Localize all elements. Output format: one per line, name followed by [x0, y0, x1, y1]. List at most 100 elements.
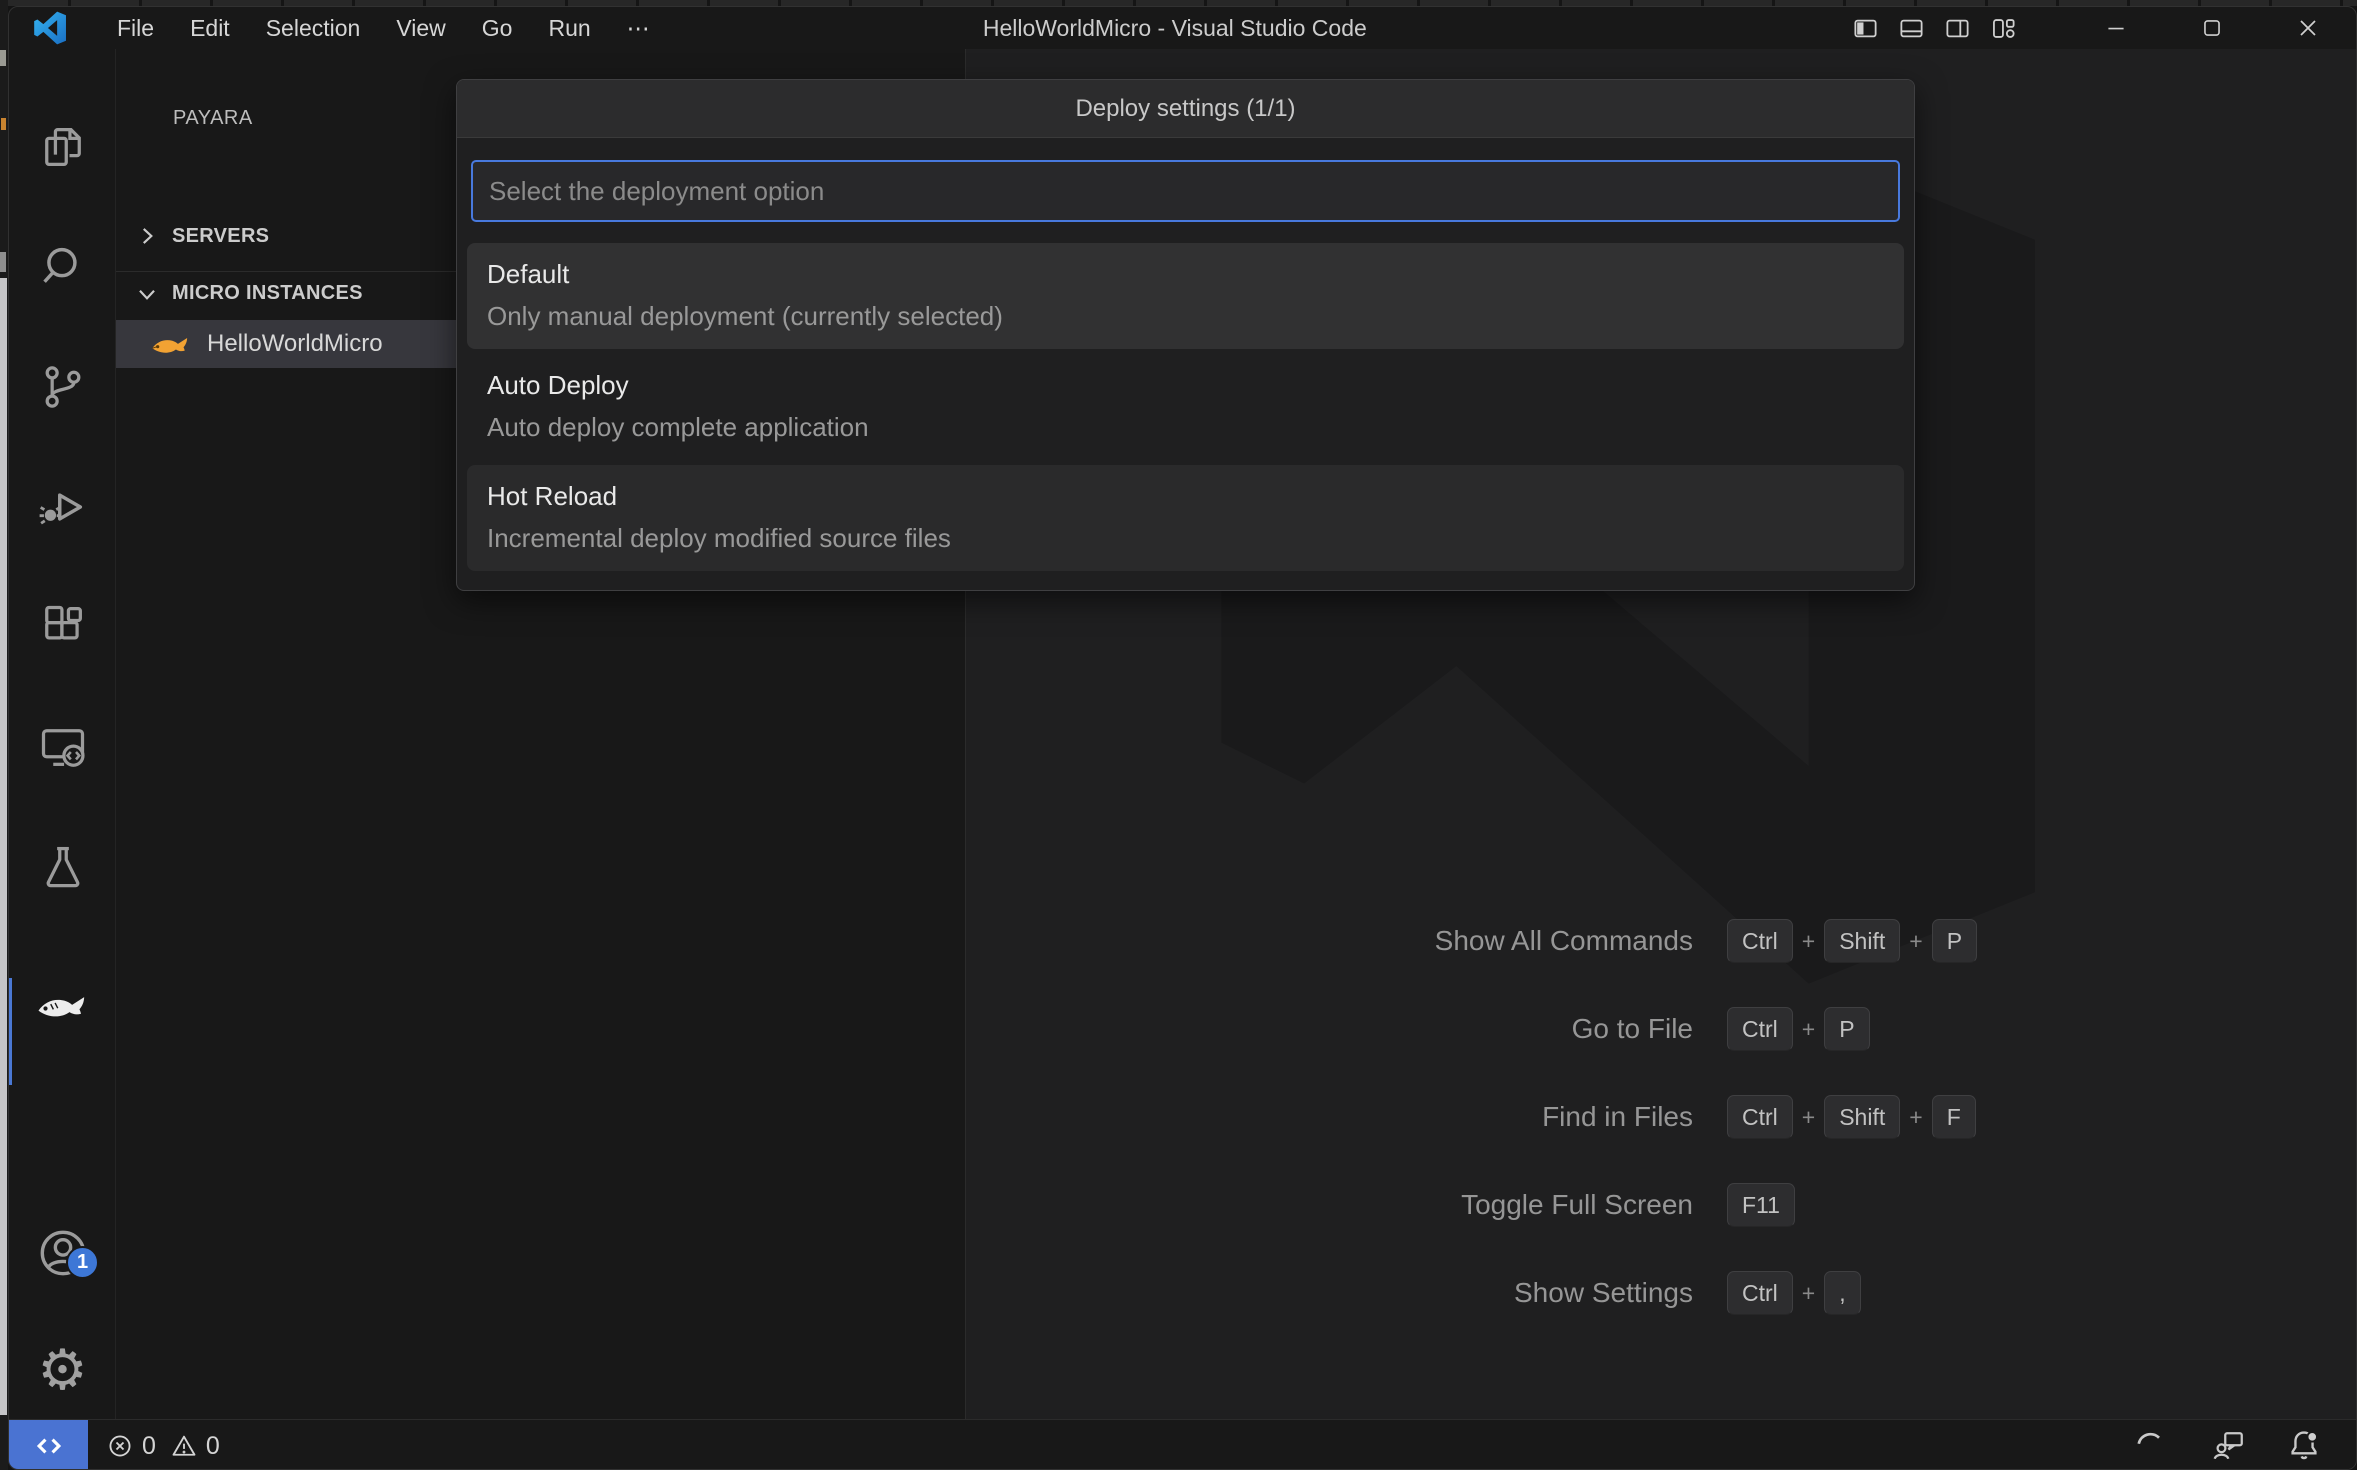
toggle-primary-sidebar-icon: [1853, 19, 1877, 37]
quick-pick-item-hot-reload[interactable]: Hot Reload Incremental deploy modified so…: [467, 465, 1904, 571]
chevron-right-icon: [143, 228, 153, 244]
plus-separator: +: [1909, 927, 1923, 954]
quick-pick-input[interactable]: [471, 160, 1900, 222]
menu-item-file[interactable]: File: [99, 7, 172, 49]
feedback-button[interactable]: [2207, 1420, 2251, 1469]
status-spinner: [2128, 1420, 2172, 1469]
keyboard-key: Ctrl: [1727, 1095, 1793, 1139]
remote-explorer-icon: [41, 729, 85, 767]
notifications-button[interactable]: [2282, 1420, 2326, 1469]
customize-layout-button[interactable]: [1980, 7, 2026, 49]
bell-dot-icon: [2291, 1431, 2318, 1460]
shortcut-label: Find in Files: [1542, 1101, 1693, 1132]
toggle-primary-sidebar-button[interactable]: [1842, 7, 1888, 49]
sidebar-item-testing[interactable]: [9, 839, 116, 895]
payara-fish-icon: [37, 997, 84, 1017]
toggle-panel-button[interactable]: [1888, 7, 1934, 49]
shortcut-keys: Ctrl + P: [1727, 1007, 1870, 1051]
shortcut-label: Show All Commands: [1434, 925, 1693, 956]
toggle-secondary-sidebar-button[interactable]: [1934, 7, 1980, 49]
menu-item-view[interactable]: View: [378, 7, 463, 49]
settings-button[interactable]: ⚙: [9, 1342, 116, 1398]
plus-separator: +: [1801, 1015, 1816, 1042]
error-count: 0: [142, 1431, 156, 1460]
activity-bar: 1 ⚙: [9, 49, 116, 1419]
minimize-button[interactable]: [2068, 7, 2164, 49]
quick-pick-item-description: Incremental deploy modified source files: [487, 523, 951, 553]
menu-item-selection[interactable]: Selection: [248, 7, 379, 49]
quick-pick-list: Default Only manual deployment (currently…: [457, 243, 1914, 571]
quick-pick-item-label: Hot Reload: [487, 481, 618, 511]
sidebar-title: PAYARA: [173, 107, 253, 129]
shortcut-row: Show All Commands Ctrl + Shift + P: [1133, 897, 2273, 985]
shortcut-row: Find in Files Ctrl + Shift + F: [1133, 1073, 2273, 1161]
shortcut-row: Go to File Ctrl + P: [1133, 985, 2273, 1073]
plus-separator: +: [1801, 1103, 1816, 1130]
status-bar: 0 0: [9, 1419, 2356, 1469]
keyboard-key: F11: [1727, 1183, 1795, 1227]
maximize-button[interactable]: [2164, 7, 2260, 49]
sidebar-item-payara[interactable]: [9, 977, 116, 1033]
active-view-indicator: [9, 978, 12, 1085]
vscode-logo-icon: [34, 11, 66, 45]
sidebar-item-search[interactable]: [9, 239, 116, 295]
sidebar-item-explorer[interactable]: [9, 119, 116, 175]
menu-bar: File Edit Selection View Go Run ⋯: [99, 7, 668, 49]
sidebar-item-source-control[interactable]: [9, 359, 116, 415]
sidebar-item-extensions[interactable]: [9, 599, 116, 655]
testing-beaker-icon: [46, 846, 79, 888]
plus-separator: +: [1801, 1279, 1816, 1306]
source-control-icon: [45, 366, 80, 408]
warning-icon: [172, 1435, 196, 1456]
menu-item-edit[interactable]: Edit: [172, 7, 248, 49]
quick-pick-item-default[interactable]: Default Only manual deployment (currently…: [467, 243, 1904, 349]
quick-pick-item-label: Default: [487, 259, 570, 289]
shortcut-row: Toggle Full Screen F11: [1133, 1161, 2273, 1249]
vscode-window: File Edit Selection View Go Run ⋯ HelloWorldMi…: [8, 6, 2357, 1470]
quick-pick-item-auto-deploy[interactable]: Auto Deploy Auto deploy complete applicat…: [467, 354, 1904, 460]
background-fragment: [0, 50, 6, 66]
quick-pick-item-description: Auto deploy complete application: [487, 412, 869, 442]
menu-item-[interactable]: ⋯: [609, 7, 668, 49]
toggle-panel-icon: [1899, 19, 1923, 37]
menu-item-run[interactable]: Run: [530, 7, 608, 49]
background-fragment: [0, 252, 6, 272]
close-icon: [2300, 20, 2316, 36]
keyboard-key: P: [1931, 919, 1978, 963]
explorer-icon: [44, 128, 81, 166]
spinner-icon: [2137, 1432, 2160, 1445]
feedback-icon: [2213, 1432, 2243, 1460]
problems-status[interactable]: 0 0: [106, 1420, 220, 1469]
title-bar: File Edit Selection View Go Run ⋯ HelloWorldMi…: [9, 7, 2356, 49]
accounts-badge: 1: [66, 1246, 99, 1279]
keyboard-key: Ctrl: [1727, 1271, 1793, 1315]
remote-indicator[interactable]: [9, 1420, 88, 1469]
close-button[interactable]: [2260, 7, 2356, 49]
keyboard-key: Ctrl: [1727, 919, 1793, 963]
plus-separator: +: [1801, 927, 1816, 954]
maximize-icon: [2204, 20, 2220, 36]
shortcut-label: Show Settings: [1514, 1277, 1693, 1308]
keyboard-key: Ctrl: [1727, 1007, 1793, 1051]
warning-count: 0: [205, 1431, 220, 1460]
extensions-icon: [44, 605, 82, 640]
accounts-button[interactable]: 1: [9, 1225, 116, 1281]
plus-separator: +: [1909, 1103, 1923, 1130]
background-window-sliver-left: [0, 0, 8, 1470]
titlebar-controls: [1842, 7, 2356, 49]
remote-icon: [36, 1438, 61, 1454]
payara-fish-icon: [152, 338, 188, 353]
shortcut-keys: Ctrl + Shift + P: [1727, 919, 1978, 963]
chevron-down-icon: [139, 289, 155, 300]
sidebar-item-remote-explorer[interactable]: [9, 719, 116, 775]
sidebar-item-run-and-debug[interactable]: [9, 479, 116, 535]
error-icon: [109, 1435, 131, 1457]
search-icon: [42, 247, 77, 283]
background-fragment: [1, 118, 6, 130]
menu-item-go[interactable]: Go: [464, 7, 531, 49]
keyboard-key: Shift: [1824, 1095, 1901, 1139]
toggle-secondary-sidebar-icon: [1945, 19, 1969, 37]
watermark-shortcuts: Show All Commands Ctrl + Shift + P Go to File C…: [1133, 897, 2273, 1337]
shortcut-label: Toggle Full Screen: [1461, 1189, 1693, 1220]
customize-layout-icon: [1992, 18, 2015, 38]
